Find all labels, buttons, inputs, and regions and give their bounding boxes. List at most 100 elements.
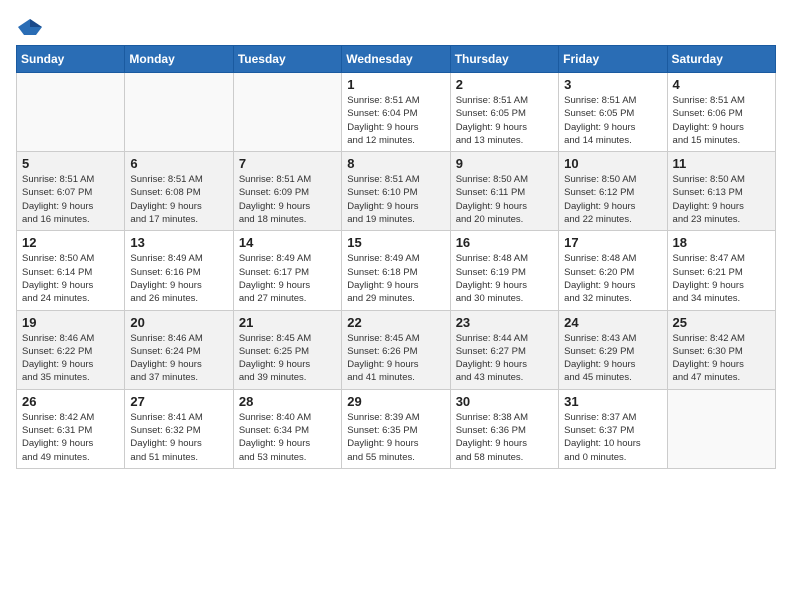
day-info: Sunrise: 8:51 AM Sunset: 6:07 PM Dayligh… xyxy=(22,173,119,226)
calendar-cell: 26 Sunrise: 8:42 AM Sunset: 6:31 PM Dayli… xyxy=(17,389,125,468)
day-info: Sunrise: 8:42 AM Sunset: 6:30 PM Dayligh… xyxy=(673,332,770,385)
calendar-cell: 1Sunrise: 8:51 AM Sunset: 6:04 PM Daylig… xyxy=(342,73,450,152)
day-number: 11 xyxy=(673,156,770,171)
calendar-header-row: SundayMondayTuesdayWednesdayThursdayFrid… xyxy=(17,46,776,73)
day-info: Sunrise: 8:51 AM Sunset: 6:10 PM Dayligh… xyxy=(347,173,444,226)
day-info: Sunrise: 8:50 AM Sunset: 6:13 PM Dayligh… xyxy=(673,173,770,226)
day-info: Sunrise: 8:50 AM Sunset: 6:11 PM Dayligh… xyxy=(456,173,553,226)
day-info: Sunrise: 8:51 AM Sunset: 6:05 PM Dayligh… xyxy=(564,94,661,147)
calendar-cell: 17 Sunrise: 8:48 AM Sunset: 6:20 PM Dayli… xyxy=(559,231,667,310)
day-info: Sunrise: 8:40 AM Sunset: 6:34 PM Dayligh… xyxy=(239,411,336,464)
day-number: 26 xyxy=(22,394,119,409)
calendar-table: SundayMondayTuesdayWednesdayThursdayFrid… xyxy=(16,45,776,469)
day-info: Sunrise: 8:46 AM Sunset: 6:22 PM Dayligh… xyxy=(22,332,119,385)
weekday-header: Sunday xyxy=(17,46,125,73)
day-info: Sunrise: 8:51 AM Sunset: 6:05 PM Dayligh… xyxy=(456,94,553,147)
calendar-cell: 18Sunrise: 8:47 AM Sunset: 6:21 PM Dayli… xyxy=(667,231,775,310)
calendar-cell xyxy=(125,73,233,152)
day-info: Sunrise: 8:48 AM Sunset: 6:20 PM Dayligh… xyxy=(564,252,661,305)
day-number: 24 xyxy=(564,315,661,330)
day-info: Sunrise: 8:51 AM Sunset: 6:09 PM Dayligh… xyxy=(239,173,336,226)
calendar-cell: 2 Sunrise: 8:51 AM Sunset: 6:05 PM Daylig… xyxy=(450,73,558,152)
calendar-cell: 21 Sunrise: 8:45 AM Sunset: 6:25 PM Dayli… xyxy=(233,310,341,389)
calendar-week-row: 1Sunrise: 8:51 AM Sunset: 6:04 PM Daylig… xyxy=(17,73,776,152)
day-info: Sunrise: 8:50 AM Sunset: 6:12 PM Dayligh… xyxy=(564,173,661,226)
day-number: 16 xyxy=(456,235,553,250)
weekday-header: Friday xyxy=(559,46,667,73)
calendar-cell: 22 Sunrise: 8:45 AM Sunset: 6:26 PM Dayli… xyxy=(342,310,450,389)
day-number: 23 xyxy=(456,315,553,330)
day-number: 19 xyxy=(22,315,119,330)
calendar-cell: 28 Sunrise: 8:40 AM Sunset: 6:34 PM Dayli… xyxy=(233,389,341,468)
day-info: Sunrise: 8:37 AM Sunset: 6:37 PM Dayligh… xyxy=(564,411,661,464)
logo xyxy=(16,16,48,37)
weekday-header: Tuesday xyxy=(233,46,341,73)
logo-icon xyxy=(16,17,44,37)
calendar-cell: 9 Sunrise: 8:50 AM Sunset: 6:11 PM Daylig… xyxy=(450,152,558,231)
day-number: 4 xyxy=(673,77,770,92)
calendar-cell: 10Sunrise: 8:50 AM Sunset: 6:12 PM Dayli… xyxy=(559,152,667,231)
weekday-header: Monday xyxy=(125,46,233,73)
calendar-week-row: 26 Sunrise: 8:42 AM Sunset: 6:31 PM Dayli… xyxy=(17,389,776,468)
day-info: Sunrise: 8:45 AM Sunset: 6:26 PM Dayligh… xyxy=(347,332,444,385)
calendar-week-row: 5 Sunrise: 8:51 AM Sunset: 6:07 PM Daylig… xyxy=(17,152,776,231)
calendar-cell: 4Sunrise: 8:51 AM Sunset: 6:06 PM Daylig… xyxy=(667,73,775,152)
calendar-cell: 6 Sunrise: 8:51 AM Sunset: 6:08 PM Daylig… xyxy=(125,152,233,231)
day-info: Sunrise: 8:38 AM Sunset: 6:36 PM Dayligh… xyxy=(456,411,553,464)
calendar-cell: 12 Sunrise: 8:50 AM Sunset: 6:14 PM Dayli… xyxy=(17,231,125,310)
day-number: 29 xyxy=(347,394,444,409)
day-number: 12 xyxy=(22,235,119,250)
day-number: 25 xyxy=(673,315,770,330)
calendar-cell: 7 Sunrise: 8:51 AM Sunset: 6:09 PM Daylig… xyxy=(233,152,341,231)
day-number: 30 xyxy=(456,394,553,409)
calendar-cell: 8 Sunrise: 8:51 AM Sunset: 6:10 PM Daylig… xyxy=(342,152,450,231)
calendar-cell: 19 Sunrise: 8:46 AM Sunset: 6:22 PM Dayli… xyxy=(17,310,125,389)
day-info: Sunrise: 8:49 AM Sunset: 6:16 PM Dayligh… xyxy=(130,252,227,305)
day-info: Sunrise: 8:42 AM Sunset: 6:31 PM Dayligh… xyxy=(22,411,119,464)
day-info: Sunrise: 8:48 AM Sunset: 6:19 PM Dayligh… xyxy=(456,252,553,305)
day-number: 5 xyxy=(22,156,119,171)
day-number: 22 xyxy=(347,315,444,330)
calendar-cell: 3 Sunrise: 8:51 AM Sunset: 6:05 PM Daylig… xyxy=(559,73,667,152)
day-number: 17 xyxy=(564,235,661,250)
calendar-cell: 16 Sunrise: 8:48 AM Sunset: 6:19 PM Dayli… xyxy=(450,231,558,310)
day-number: 8 xyxy=(347,156,444,171)
day-info: Sunrise: 8:51 AM Sunset: 6:08 PM Dayligh… xyxy=(130,173,227,226)
calendar-cell: 25 Sunrise: 8:42 AM Sunset: 6:30 PM Dayli… xyxy=(667,310,775,389)
calendar-cell xyxy=(233,73,341,152)
calendar-cell: 31 Sunrise: 8:37 AM Sunset: 6:37 PM Dayli… xyxy=(559,389,667,468)
day-info: Sunrise: 8:47 AM Sunset: 6:21 PM Dayligh… xyxy=(673,252,770,305)
day-number: 9 xyxy=(456,156,553,171)
day-number: 3 xyxy=(564,77,661,92)
weekday-header: Saturday xyxy=(667,46,775,73)
day-info: Sunrise: 8:39 AM Sunset: 6:35 PM Dayligh… xyxy=(347,411,444,464)
day-number: 28 xyxy=(239,394,336,409)
day-info: Sunrise: 8:49 AM Sunset: 6:18 PM Dayligh… xyxy=(347,252,444,305)
day-number: 27 xyxy=(130,394,227,409)
day-info: Sunrise: 8:45 AM Sunset: 6:25 PM Dayligh… xyxy=(239,332,336,385)
calendar-week-row: 19 Sunrise: 8:46 AM Sunset: 6:22 PM Dayli… xyxy=(17,310,776,389)
calendar-cell: 30 Sunrise: 8:38 AM Sunset: 6:36 PM Dayli… xyxy=(450,389,558,468)
calendar-cell: 23Sunrise: 8:44 AM Sunset: 6:27 PM Dayli… xyxy=(450,310,558,389)
calendar-week-row: 12 Sunrise: 8:50 AM Sunset: 6:14 PM Dayli… xyxy=(17,231,776,310)
page-header xyxy=(16,16,776,37)
calendar-cell: 29 Sunrise: 8:39 AM Sunset: 6:35 PM Dayli… xyxy=(342,389,450,468)
calendar-cell xyxy=(17,73,125,152)
calendar-cell: 24 Sunrise: 8:43 AM Sunset: 6:29 PM Dayli… xyxy=(559,310,667,389)
day-number: 7 xyxy=(239,156,336,171)
day-number: 14 xyxy=(239,235,336,250)
day-number: 21 xyxy=(239,315,336,330)
calendar-cell: 13Sunrise: 8:49 AM Sunset: 6:16 PM Dayli… xyxy=(125,231,233,310)
day-info: Sunrise: 8:43 AM Sunset: 6:29 PM Dayligh… xyxy=(564,332,661,385)
day-number: 20 xyxy=(130,315,227,330)
day-number: 2 xyxy=(456,77,553,92)
weekday-header: Thursday xyxy=(450,46,558,73)
calendar-cell: 14 Sunrise: 8:49 AM Sunset: 6:17 PM Dayli… xyxy=(233,231,341,310)
day-info: Sunrise: 8:41 AM Sunset: 6:32 PM Dayligh… xyxy=(130,411,227,464)
day-info: Sunrise: 8:50 AM Sunset: 6:14 PM Dayligh… xyxy=(22,252,119,305)
day-number: 31 xyxy=(564,394,661,409)
day-info: Sunrise: 8:49 AM Sunset: 6:17 PM Dayligh… xyxy=(239,252,336,305)
calendar-cell: 20Sunrise: 8:46 AM Sunset: 6:24 PM Dayli… xyxy=(125,310,233,389)
calendar-cell: 5 Sunrise: 8:51 AM Sunset: 6:07 PM Daylig… xyxy=(17,152,125,231)
day-number: 6 xyxy=(130,156,227,171)
